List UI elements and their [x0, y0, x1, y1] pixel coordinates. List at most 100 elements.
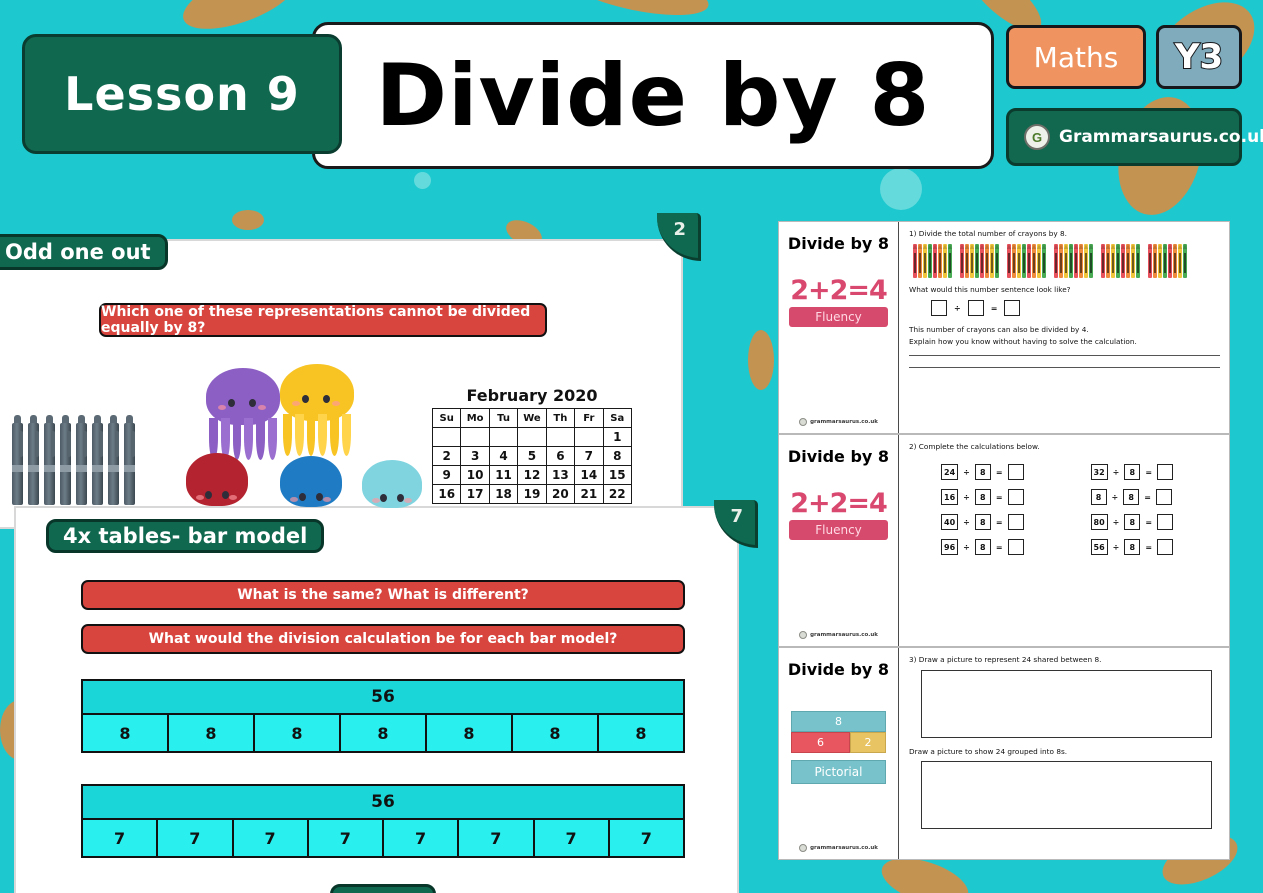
bar-model-part: 7	[457, 820, 535, 858]
bar-model-part: 8	[597, 715, 685, 753]
worksheet-footer-label: grammarsaurus.co.uk	[810, 419, 878, 425]
bar-model-part: 7	[81, 820, 159, 858]
calculations-grid: 24 ÷ 8 = 32 ÷ 8 = 16 ÷ 8 = 8 ÷ 8 = 40 ÷ …	[941, 464, 1206, 555]
answer-box[interactable]	[1007, 464, 1024, 480]
pen-icon	[90, 415, 104, 505]
bar-model-total: 56	[81, 679, 685, 715]
answer-box[interactable]	[1007, 489, 1024, 505]
dividend-box: 16	[941, 489, 959, 505]
bar-model-part: 7	[306, 820, 384, 858]
equals-operator: =	[1145, 542, 1153, 552]
crayon-icon	[1032, 244, 1036, 278]
question-text: What is the same? What is different?	[237, 587, 529, 603]
slide-banner-bottom	[330, 884, 436, 893]
question-text: Which one of these representations canno…	[101, 304, 531, 336]
divide-operator: ÷	[963, 517, 970, 527]
calendar-day: 16	[431, 484, 462, 504]
drawing-area-grouped[interactable]	[921, 761, 1212, 829]
worksheet-title: Divide by 8	[787, 447, 890, 466]
calendar-day: 8	[602, 446, 633, 466]
year-group-label: Y3	[1174, 36, 1224, 78]
answer-line[interactable]	[909, 367, 1220, 368]
answer-box[interactable]	[1004, 300, 1021, 316]
answer-box[interactable]	[967, 300, 984, 316]
crayon-icon	[1074, 244, 1078, 278]
crayon-icon	[1027, 244, 1031, 278]
answer-box[interactable]	[1007, 514, 1024, 530]
crayon-icon	[1101, 244, 1105, 278]
calendar-day: 15	[602, 465, 633, 485]
calculation-row: 96 ÷ 8 =	[941, 539, 1057, 555]
worksheet-footer-label: grammarsaurus.co.uk	[810, 845, 878, 851]
divisor-box: 8	[974, 489, 991, 505]
calendar-day: 18	[488, 484, 519, 504]
calendar-day: 22	[602, 484, 633, 504]
worksheet-page-2[interactable]: Divide by 8 2+2=4 Fluency grammarsaurus.…	[778, 434, 1230, 647]
worksheet-page-1[interactable]: Divide by 8 2+2=4 Fluency grammarsaurus.…	[778, 221, 1230, 434]
crayon-icon	[1173, 244, 1177, 278]
calculation-row: 16 ÷ 8 =	[941, 489, 1057, 505]
crayon-icon	[913, 244, 917, 278]
crayon-icon	[1158, 244, 1162, 278]
worksheet-footer-label: grammarsaurus.co.uk	[810, 632, 878, 638]
bar-model-part: 7	[607, 820, 685, 858]
pictorial-part-right: 2	[849, 732, 886, 753]
answer-box[interactable]	[931, 300, 947, 316]
calendar-day: 10	[460, 465, 490, 485]
equals-operator: =	[1145, 467, 1153, 477]
grammarsaurus-logo-icon: G	[1024, 124, 1050, 150]
calendar-week-row: 1	[431, 427, 633, 447]
equals-operator: =	[1145, 517, 1153, 527]
crayon-icon	[1148, 244, 1152, 278]
answer-box[interactable]	[1157, 464, 1174, 480]
drawing-area-shared[interactable]	[921, 670, 1212, 738]
worksheet-content: 1) Divide the total number of crayons by…	[899, 222, 1229, 433]
calendar-day: 14	[574, 465, 604, 485]
title-card: Divide by 8	[312, 22, 994, 169]
page-number: 7	[730, 506, 743, 527]
calendar-table: Su Mo Tu We Th Fr Sa 1 2 3 4 5 6 7 8 9 1…	[431, 408, 633, 504]
equals-operator: =	[1144, 492, 1151, 502]
answer-line[interactable]	[909, 355, 1220, 356]
divide-operator: ÷	[954, 303, 961, 313]
question-banner-division-calculation: What would the division calculation be f…	[81, 624, 685, 654]
bar-model-part: 8	[339, 715, 427, 753]
worksheet-title: Divide by 8	[787, 660, 890, 679]
calendar-day	[460, 427, 490, 447]
calendar-day: 2	[431, 446, 462, 466]
divide-operator: ÷	[1112, 517, 1120, 527]
worksheet-page-3[interactable]: Divide by 8 8 6 2 Pictorial grammarsauru…	[778, 647, 1230, 860]
bar-model-1: 56 8 8 8 8 8 8 8	[81, 679, 685, 753]
pens-representation	[10, 415, 136, 505]
calendar-day: 13	[545, 465, 576, 485]
crayon-icon	[1178, 244, 1182, 278]
answer-box[interactable]	[1157, 514, 1174, 530]
lesson-label: Lesson 9	[64, 67, 300, 121]
calendar-day: 6	[545, 446, 576, 466]
fluency-label: Fluency	[789, 307, 888, 327]
fluency-equation: 2+2=4	[790, 488, 889, 520]
brand-chip[interactable]: G Grammarsaurus.co.uk	[1006, 108, 1263, 166]
calendar-day: 11	[488, 465, 519, 485]
equals-operator: =	[995, 492, 1003, 502]
calculation-row: 40 ÷ 8 =	[941, 514, 1057, 530]
calendar-header-row: Su Mo Tu We Th Fr Sa	[431, 408, 633, 428]
number-sentence-row[interactable]: ÷ =	[931, 300, 1220, 316]
calendar-day: 17	[460, 484, 490, 504]
crayon-group	[1148, 244, 1187, 278]
answer-box[interactable]	[1155, 489, 1172, 505]
calendar-day: 3	[460, 446, 490, 466]
bar-model-part: 7	[382, 820, 460, 858]
answer-box[interactable]	[1157, 539, 1174, 555]
dividend-box: 32	[1090, 464, 1108, 480]
crayon-icon	[1183, 244, 1187, 278]
crayon-group	[1054, 244, 1093, 278]
calendar-week-row: 16 17 18 19 20 21 22	[431, 484, 633, 504]
crayon-icon	[943, 244, 947, 278]
crayon-icon	[970, 244, 974, 278]
worksheet-panel[interactable]: Divide by 8 2+2=4 Fluency grammarsaurus.…	[778, 221, 1230, 861]
answer-box[interactable]	[1007, 539, 1024, 555]
number-sentence-prompt: What would this number sentence look lik…	[909, 285, 1071, 294]
calculation-row: 8 ÷ 8 =	[1090, 489, 1207, 505]
bar-model-2: 56 7 7 7 7 7 7 7 7	[81, 784, 685, 858]
